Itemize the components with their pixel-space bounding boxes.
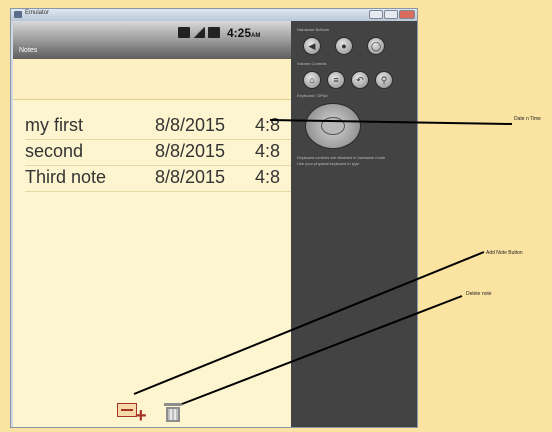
add-button-annotation: Add Note Button [486,250,523,256]
annotation-lines [133,119,513,405]
date-time-annotation: Date n Time [514,116,541,122]
add-button-pointer [133,251,485,395]
date-time-pointer [269,119,513,125]
delete-pointer [181,295,463,405]
page-background: Emulator 4:25AM Notes my first 8/8/2015 … [0,0,552,432]
delete-annotation: Delete note [466,291,492,297]
